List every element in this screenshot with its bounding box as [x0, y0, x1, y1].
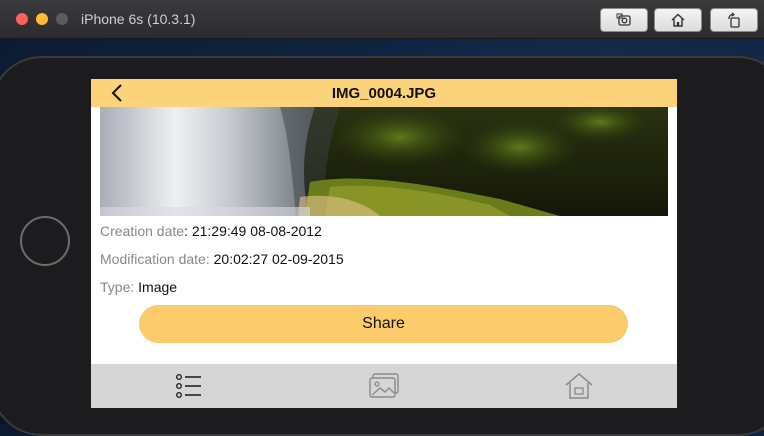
photos-icon: [368, 373, 399, 398]
home-icon: [565, 373, 592, 399]
tab-home[interactable]: [481, 364, 676, 408]
modification-date-label: Modification date:: [100, 251, 210, 267]
page-title: IMG_0004.JPG: [331, 85, 437, 102]
screenshot-camera-icon: [616, 13, 631, 26]
home-hw-button[interactable]: [654, 8, 702, 32]
screenshot-button[interactable]: [600, 8, 648, 32]
waterfall-image: [100, 107, 668, 216]
type-row: Type: Image: [100, 279, 177, 295]
type-label: Type:: [100, 279, 135, 295]
type-value: Image: [134, 279, 178, 295]
share-button[interactable]: Share: [139, 305, 628, 343]
creation-date-row: Creation date: 21:29:49 08-08-2012: [100, 223, 322, 239]
rotate-button[interactable]: [710, 8, 758, 32]
maximize-window-button[interactable]: [56, 13, 68, 25]
home-icon: [671, 13, 685, 27]
navigation-bar: IMG_0004.JPG: [91, 79, 677, 107]
tab-list[interactable]: [91, 364, 286, 408]
creation-date-value: : 21:29:49 08-08-2012: [184, 223, 322, 239]
close-window-button[interactable]: [16, 13, 28, 25]
modification-date-row: Modification date: 20:02:27 02-09-2015: [100, 251, 344, 267]
tab-photos[interactable]: [286, 364, 481, 408]
app-screen: IMG_0004.JPG Creation date: 21:29:49 08-…: [91, 79, 677, 408]
photo-preview[interactable]: [100, 107, 668, 216]
minimize-window-button[interactable]: [36, 13, 48, 25]
device-home-button[interactable]: [20, 216, 70, 266]
simulator-title: iPhone 6s (10.3.1): [81, 11, 196, 27]
rotate-icon: [728, 12, 740, 28]
list-icon: [175, 374, 201, 399]
simulator-titlebar: iPhone 6s (10.3.1): [0, 0, 764, 39]
tab-bar: [91, 364, 677, 408]
creation-date-label: Creation date: [100, 223, 185, 239]
modification-date-value: 20:02:27 02-09-2015: [209, 251, 344, 267]
